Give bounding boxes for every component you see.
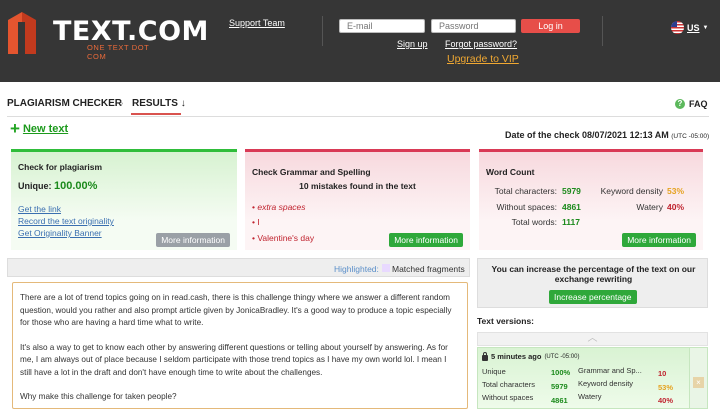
matched-swatch xyxy=(382,264,390,272)
version-side-panel: × xyxy=(690,347,708,409)
watery-value: 40% xyxy=(667,202,685,212)
text-versions-title: Text versions: xyxy=(477,316,535,326)
chevron-down-icon: ▼ xyxy=(702,24,709,31)
breadcrumb-tabs: PLAGIARISM CHECKER › RESULTS ↓ xyxy=(0,98,720,118)
divider xyxy=(7,116,709,117)
faq-label: FAQ xyxy=(689,99,708,109)
mistake-item[interactable]: • I xyxy=(252,217,260,227)
total-characters-value: 5979 xyxy=(562,186,581,196)
mistake-item[interactable]: • extra spaces xyxy=(252,202,306,212)
text-paragraph: It's also a way to get to know each othe… xyxy=(20,342,448,377)
active-tab-indicator xyxy=(131,113,181,115)
word-count-card: Word Count Total characters: 5979 Withou… xyxy=(479,149,703,250)
originality-banner-link[interactable]: Get Originality Banner xyxy=(18,228,102,238)
lock-icon xyxy=(482,351,488,361)
version-total-chars-value: 5979 xyxy=(551,382,568,391)
forgot-password-link[interactable]: Forgot password? xyxy=(445,39,517,49)
upgrade-vip-link[interactable]: Upgrade to VIP xyxy=(447,53,519,65)
signup-link[interactable]: Sign up xyxy=(397,39,428,49)
unique-label: Unique: xyxy=(18,181,52,191)
check-date-label: Date of the check 08/07/2021 12:13 AM xyxy=(505,130,669,140)
total-words-label: Total words: xyxy=(511,217,557,227)
language-label: US xyxy=(687,22,700,33)
version-time-label: 5 minutes ago xyxy=(491,352,542,361)
text-paragraph: Why make this challenge for taken people… xyxy=(20,392,177,401)
us-flag-icon xyxy=(671,21,684,34)
check-date-timezone: (UTC -05:00) xyxy=(671,133,710,140)
divider xyxy=(602,16,603,46)
version-unique-value: 100% xyxy=(551,368,571,377)
check-date: Date of the check 08/07/2021 12:13 AM (U… xyxy=(505,130,709,140)
record-originality-link[interactable]: Record the text originality xyxy=(18,216,114,226)
keyword-density-label: Keyword density xyxy=(600,186,663,196)
logo[interactable]: TEXT.COM ONE TEXT DOT COM xyxy=(8,12,208,61)
without-spaces-label: Without spaces: xyxy=(496,202,557,212)
version-grammar-value: 10 xyxy=(658,369,667,378)
increase-percentage-button[interactable]: Increase percentage xyxy=(549,290,637,304)
login-button[interactable]: Log in xyxy=(521,19,580,33)
version-timezone: (UTC -05:00) xyxy=(544,353,580,360)
email-field[interactable] xyxy=(339,19,425,33)
text-paragraph: There are a lot of trend topics going on… xyxy=(20,293,452,327)
scroll-up-button[interactable]: ︿ xyxy=(477,332,708,346)
version-watery-value: 40% xyxy=(658,396,674,405)
rewriting-tip: You can increase the percentage of the t… xyxy=(477,258,708,308)
highlighted-label: Highlighted: xyxy=(334,264,379,274)
tab-plagiarism-checker[interactable]: PLAGIARISM CHECKER xyxy=(7,98,122,109)
word-count-more-button[interactable]: More information xyxy=(622,233,696,247)
version-without-spaces-label: Without spaces xyxy=(482,393,534,402)
keyword-density-value: 53% xyxy=(667,186,685,196)
version-keyword-value: 53% xyxy=(658,383,674,392)
version-item[interactable]: 5 minutes ago (UTC -05:00) Unique 100% T… xyxy=(477,347,690,409)
grammar-card: Check Grammar and Spelling 10 mistakes f… xyxy=(245,149,470,250)
matched-fragments-label: Matched fragments xyxy=(392,264,465,274)
mistake-text: Valentine's day xyxy=(257,233,315,243)
plagiarism-card-title: Check for plagiarism xyxy=(18,162,103,172)
watery-label: Watery xyxy=(636,202,663,212)
plus-icon: + xyxy=(10,119,20,138)
unique-value: 100.00% xyxy=(54,180,98,192)
help-icon: ? xyxy=(675,99,685,109)
without-spaces-value: 4861 xyxy=(562,202,581,212)
plagiarism-more-button[interactable]: More information xyxy=(156,233,230,247)
mistake-item[interactable]: • Valentine's day xyxy=(252,233,314,243)
mistake-text: I xyxy=(257,217,260,227)
grammar-card-title: Check Grammar and Spelling xyxy=(252,167,371,177)
chevron-up-icon: ︿ xyxy=(587,333,598,344)
new-text-button[interactable]: + New text xyxy=(10,119,69,138)
word-count-card-title: Word Count xyxy=(486,167,535,177)
support-link[interactable]: Support Team xyxy=(229,18,285,28)
version-total-chars-label: Total characters xyxy=(482,380,535,389)
language-selector[interactable]: US ▼ xyxy=(671,21,708,34)
logo-icon xyxy=(8,12,36,54)
version-unique-label: Unique xyxy=(482,367,506,376)
version-keyword-label: Keyword density xyxy=(578,379,634,388)
new-text-label: New text xyxy=(22,123,69,135)
uniqueness: Unique: 100.00% xyxy=(18,180,97,192)
highlight-legend: Highlighted: Matched fragments xyxy=(7,258,470,277)
version-watery-label: Watery xyxy=(578,392,602,401)
tab-results[interactable]: RESULTS ↓ xyxy=(132,98,186,109)
faq-link[interactable]: ? FAQ xyxy=(675,99,708,109)
mistake-text: extra spaces xyxy=(257,202,306,212)
mistakes-summary: 10 mistakes found in the text xyxy=(299,181,416,191)
plagiarism-card: Check for plagiarism Unique: 100.00% Get… xyxy=(11,149,237,250)
total-words-value: 1117 xyxy=(562,217,580,227)
close-icon[interactable]: × xyxy=(693,377,704,388)
get-link-link[interactable]: Get the link xyxy=(18,204,61,214)
divider xyxy=(322,16,323,46)
checked-text[interactable]: There are a lot of trend topics going on… xyxy=(12,282,468,409)
top-header: TEXT.COM ONE TEXT DOT COM Support Team L… xyxy=(0,0,720,82)
grammar-more-button[interactable]: More information xyxy=(389,233,463,247)
total-characters-label: Total characters: xyxy=(494,186,557,196)
version-grammar-label: Grammar and Sp... xyxy=(578,366,642,375)
logo-tagline: ONE TEXT DOT COM xyxy=(87,43,150,61)
breadcrumb-separator: › xyxy=(120,98,124,109)
version-time: 5 minutes ago (UTC -05:00) xyxy=(482,351,580,361)
password-field[interactable] xyxy=(431,19,516,33)
version-without-spaces-value: 4861 xyxy=(551,396,568,405)
rewriting-tip-text: You can increase the percentage of the t… xyxy=(491,264,696,284)
